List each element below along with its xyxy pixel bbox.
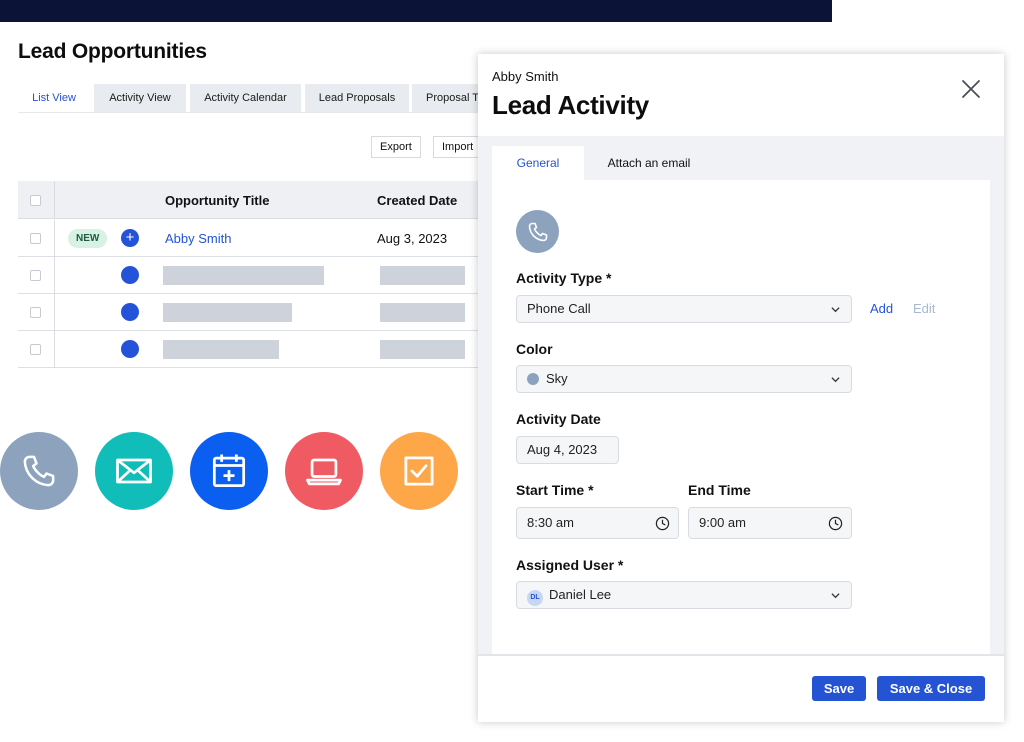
edit-activity-type-link[interactable]: Edit (913, 301, 935, 316)
user-avatar: DL (527, 590, 543, 606)
placeholder-title (163, 266, 324, 285)
row-checkbox[interactable] (30, 233, 41, 244)
tab-lead-proposals[interactable]: Lead Proposals (305, 84, 409, 112)
panel-title: Lead Activity (492, 90, 649, 120)
color-label: Color (516, 341, 553, 357)
assigned-user-label: Assigned User * (516, 557, 624, 573)
envelope-icon (116, 458, 152, 484)
tab-general[interactable]: General (492, 146, 584, 180)
tab-proposal-t[interactable]: Proposal T (412, 84, 478, 112)
panel-header: Abby Smith Lead Activity (478, 54, 1004, 136)
end-time-value: 9:00 am (699, 515, 746, 530)
created-date-cell: Aug 3, 2023 (377, 231, 448, 246)
row-checkbox[interactable] (30, 344, 41, 355)
task-activity-icon-circle (380, 432, 458, 510)
placeholder-date (380, 266, 465, 285)
page-title: Lead Opportunities (18, 40, 207, 63)
start-time-value: 8:30 am (527, 515, 574, 530)
tab-list-view[interactable]: List View (18, 84, 90, 112)
opportunity-title-link[interactable]: Abby Smith (165, 231, 231, 246)
placeholder-date (380, 303, 465, 322)
column-separator (54, 181, 55, 219)
row-status-dot[interactable] (121, 340, 139, 358)
start-time-field[interactable]: 8:30 am (516, 507, 679, 539)
table-header: Opportunity Title Created Date (18, 181, 478, 219)
phone-icon (528, 222, 547, 241)
activity-type-label: Activity Type * (516, 270, 612, 286)
chevron-down-icon (831, 307, 840, 313)
activity-type-value: Phone Call (527, 301, 591, 316)
phone-icon (23, 455, 55, 487)
column-separator (54, 294, 55, 331)
activity-date-field[interactable]: Aug 4, 2023 (516, 436, 619, 464)
table-row[interactable]: NEW + Abby Smith Aug 3, 2023 (18, 220, 478, 257)
general-form: Activity Type * Phone Call Add Edit Colo… (492, 180, 990, 654)
start-time-label: Start Time * (516, 482, 594, 498)
close-icon[interactable] (960, 78, 982, 100)
lead-activity-panel: Abby Smith Lead Activity General Attach … (478, 54, 1004, 722)
tab-activity-view[interactable]: Activity View (94, 84, 186, 112)
select-all-checkbox[interactable] (30, 195, 41, 206)
clock-icon[interactable] (828, 516, 843, 531)
save-and-close-button[interactable]: Save & Close (877, 676, 985, 701)
plus-icon: + (125, 229, 135, 246)
import-button[interactable]: Import (433, 136, 478, 158)
tab-attach-email[interactable]: Attach an email (594, 146, 704, 180)
row-checkbox[interactable] (30, 270, 41, 281)
placeholder-date (380, 340, 465, 359)
new-badge: NEW (68, 229, 108, 248)
end-time-field[interactable]: 9:00 am (688, 507, 852, 539)
meeting-activity-icon-circle (190, 432, 268, 510)
checkbox-icon (404, 456, 434, 486)
row-checkbox[interactable] (30, 307, 41, 318)
row-status-dot[interactable] (121, 266, 139, 284)
tab-activity-calendar[interactable]: Activity Calendar (190, 84, 301, 112)
clock-icon[interactable] (655, 516, 670, 531)
online-activity-icon-circle (285, 432, 363, 510)
table-row[interactable] (18, 331, 478, 368)
placeholder-title (163, 340, 279, 359)
column-header-created-date[interactable]: Created Date (377, 193, 457, 208)
laptop-icon (306, 458, 342, 486)
column-separator (54, 257, 55, 294)
chevron-down-icon (831, 377, 840, 383)
save-button[interactable]: Save (812, 676, 866, 701)
activity-type-select[interactable]: Phone Call (516, 295, 852, 323)
add-activity-button[interactable]: + (121, 229, 139, 247)
chevron-down-icon (831, 593, 840, 599)
activity-type-avatar (516, 210, 559, 253)
column-separator (54, 220, 55, 257)
placeholder-title (163, 303, 292, 322)
color-swatch (527, 373, 539, 385)
activity-date-label: Activity Date (516, 411, 601, 427)
color-value: Sky (546, 371, 568, 386)
top-navigation-bar (0, 0, 832, 22)
color-select[interactable]: Sky (516, 365, 852, 393)
add-activity-type-link[interactable]: Add (870, 301, 893, 316)
export-button[interactable]: Export (371, 136, 421, 158)
tabs-divider (18, 112, 478, 113)
column-separator (54, 331, 55, 368)
panel-subtitle: Abby Smith (492, 69, 559, 84)
table-row[interactable] (18, 257, 478, 294)
calendar-plus-icon (212, 454, 246, 488)
assigned-user-select[interactable]: DL Daniel Lee (516, 581, 852, 609)
table-row[interactable] (18, 294, 478, 331)
email-activity-icon-circle (95, 432, 173, 510)
column-header-opportunity-title[interactable]: Opportunity Title (165, 193, 269, 208)
assigned-user-value: Daniel Lee (549, 587, 612, 602)
phone-activity-icon-circle (0, 432, 78, 510)
end-time-label: End Time (688, 482, 751, 498)
row-status-dot[interactable] (121, 303, 139, 321)
